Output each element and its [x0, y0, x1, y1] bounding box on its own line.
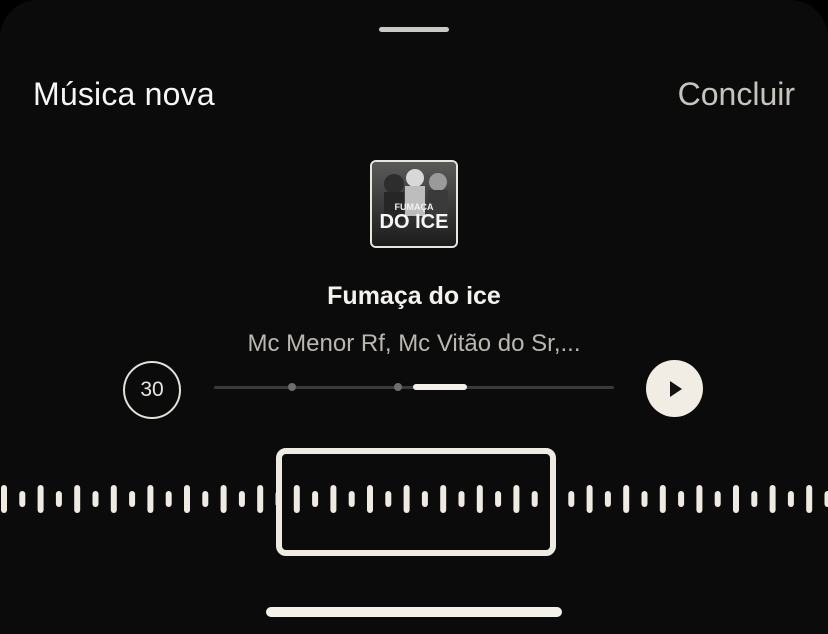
scrubber-marker — [288, 383, 296, 391]
waveform-bar — [604, 491, 611, 507]
clip-duration-label: 30 — [140, 378, 164, 401]
track-title: Fumaça do ice — [327, 282, 501, 310]
page-title: Música nova — [33, 76, 215, 112]
waveform-bar — [129, 491, 136, 507]
waveform-bar — [751, 491, 758, 507]
waveform-bar — [220, 485, 227, 513]
waveform-bar — [165, 491, 172, 507]
waveform-bar — [769, 485, 776, 513]
album-art: FUMAÇA DO ICE — [370, 160, 458, 248]
play-button[interactable] — [646, 360, 703, 417]
clip-duration-button[interactable]: 30 — [123, 361, 181, 419]
waveform-bar — [74, 485, 81, 513]
scrubber-selection-window[interactable] — [413, 384, 467, 390]
waveform-bar — [92, 491, 99, 507]
waveform-bar — [238, 491, 245, 507]
album-cover-image: FUMAÇA DO ICE — [372, 162, 456, 246]
home-indicator — [266, 607, 562, 617]
waveform-bar — [1, 485, 7, 513]
waveform-bar — [257, 485, 264, 513]
waveform-bar — [678, 491, 685, 507]
waveform-bar — [623, 485, 630, 513]
play-icon — [669, 380, 682, 397]
waveform-bar — [733, 485, 739, 513]
sheet-grabber[interactable] — [379, 27, 449, 32]
waveform-bar — [19, 491, 26, 507]
waveform-bar — [37, 485, 44, 513]
track-artists: Mc Menor Rf, Mc Vitão do Sr,... — [247, 330, 581, 357]
waveform-bar — [202, 491, 209, 507]
waveform-bar — [696, 485, 703, 513]
waveform-bar — [641, 491, 648, 507]
waveform-bar — [110, 485, 117, 513]
music-picker-sheet: Música nova Concluir FUMAÇA DO ICE Fumaç… — [0, 0, 828, 634]
done-button[interactable]: Concluir — [678, 76, 795, 113]
waveform-bar — [787, 491, 794, 507]
waveform-bar — [568, 491, 575, 507]
scrubber-marker — [394, 383, 402, 391]
waveform-bar — [806, 485, 813, 513]
waveform-bar — [184, 485, 190, 513]
waveform-bar — [659, 485, 666, 513]
clip-selection-frame[interactable] — [276, 448, 556, 556]
album-art-text-bottom: DO ICE — [380, 211, 449, 233]
waveform-bar — [147, 485, 154, 513]
waveform-bar — [55, 491, 62, 507]
waveform-bar — [714, 491, 721, 507]
song-scrubber[interactable] — [214, 383, 614, 391]
waveform-bar — [824, 491, 828, 507]
waveform-bar — [586, 485, 593, 513]
